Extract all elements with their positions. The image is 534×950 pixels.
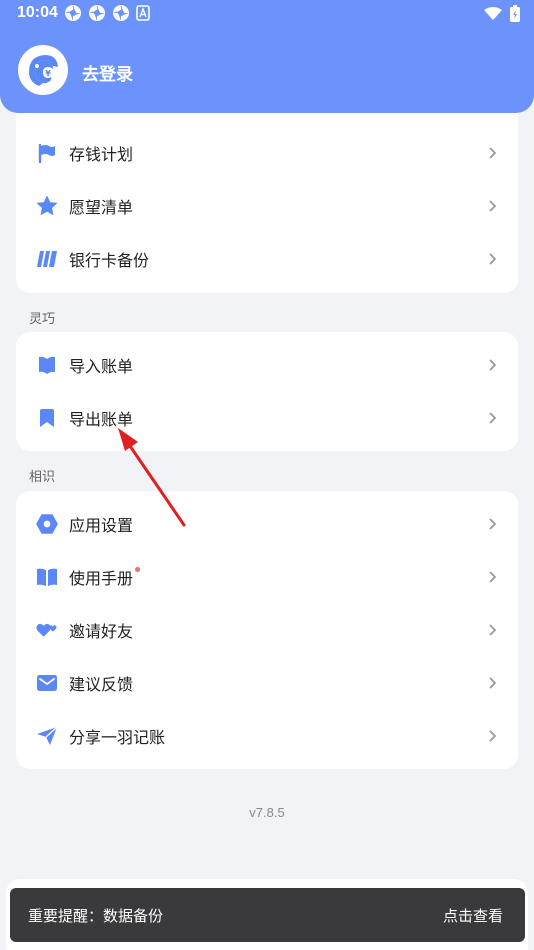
mail-icon [36, 672, 58, 694]
login-link[interactable]: 去登录 [82, 60, 133, 85]
chevron-right-icon [489, 253, 497, 265]
system-icons [484, 5, 520, 22]
app-notification-icon [89, 5, 105, 21]
menu-item-label: 使用手册 [69, 565, 141, 589]
avatar[interactable]: ¥ [18, 45, 68, 95]
menu-item-app-settings[interactable]: 应用设置 [16, 504, 518, 544]
app-version: v7.8.5 [249, 805, 285, 820]
status-time: 10:04 [17, 4, 58, 21]
menu-card-bottom: 应用设置 使用手册 邀请好友 建议反馈 分享一羽记账 [16, 491, 518, 769]
menu-item-label: 邀请好友 [69, 622, 134, 641]
menu-item-bank-card-backup[interactable]: 银行卡备份 [16, 239, 518, 279]
menu-item-label: 存钱计划 [69, 145, 134, 164]
hearts-icon [36, 619, 58, 641]
snackbar-message: 重要提醒：数据备份 [28, 907, 164, 925]
menu-item-label: 导入账单 [69, 357, 134, 376]
menu-item-label: 分享一羽记账 [69, 728, 166, 747]
section-title-lingqiao: 灵巧 [29, 312, 56, 327]
menu-card-top: 存钱计划 愿望清单 银行卡备份 [16, 113, 518, 293]
menu-item-label-text: 使用手册 [69, 569, 134, 588]
header-bar: 10:04 ¥ 去登录 [0, 0, 534, 113]
settings-icon [36, 513, 58, 535]
menu-item-invite-friends[interactable]: 邀请好友 [16, 610, 518, 650]
menu-item-import-bill[interactable]: 导入账单 [16, 345, 518, 385]
chevron-right-icon [489, 730, 497, 742]
menu-item-label: 建议反馈 [69, 675, 134, 694]
chevron-right-icon [489, 147, 497, 159]
flag-icon [36, 142, 58, 164]
svg-text:¥: ¥ [45, 69, 51, 78]
wifi-icon [484, 6, 502, 20]
export-bill-icon [36, 407, 58, 429]
menu-card-mid: 导入账单 导出账单 [16, 332, 518, 451]
app-notification-icon [113, 5, 129, 21]
new-badge-dot [135, 567, 141, 572]
chevron-right-icon [489, 624, 497, 636]
menu-item-feedback[interactable]: 建议反馈 [16, 663, 518, 703]
menu-item-label: 应用设置 [69, 516, 134, 535]
battery-icon [510, 5, 520, 22]
menu-item-label: 导出账单 [69, 410, 134, 429]
star-icon [36, 195, 58, 217]
bird-logo-icon: ¥ [29, 55, 58, 86]
snackbar-view-button[interactable]: 点击查看 [443, 905, 503, 926]
section-title-xiangshi: 相识 [29, 470, 56, 485]
book-icon [36, 566, 58, 588]
app-notification-icon [65, 5, 81, 21]
paper-plane-icon [36, 725, 58, 747]
notification-icons [64, 4, 150, 22]
chevron-right-icon [489, 200, 497, 212]
menu-item-share-app[interactable]: 分享一羽记账 [16, 716, 518, 756]
chevron-right-icon [489, 677, 497, 689]
chevron-right-icon [489, 571, 497, 583]
chevron-right-icon [489, 359, 497, 371]
menu-item-label: 银行卡备份 [69, 251, 150, 270]
chevron-right-icon [489, 412, 497, 424]
menu-item-label: 愿望清单 [69, 198, 134, 217]
menu-item-wishlist[interactable]: 愿望清单 [16, 186, 518, 226]
menu-item-user-manual[interactable]: 使用手册 [16, 557, 518, 597]
menu-item-export-bill[interactable]: 导出账单 [16, 398, 518, 438]
status-bar: 10:04 [0, 0, 534, 28]
card-stripes-icon [36, 248, 58, 270]
chevron-right-icon [489, 518, 497, 530]
a-box-icon [136, 5, 150, 21]
menu-item-savings-plan[interactable]: 存钱计划 [16, 133, 518, 173]
snackbar: 重要提醒：数据备份 点击查看 [10, 888, 525, 942]
import-bill-icon [36, 354, 58, 376]
